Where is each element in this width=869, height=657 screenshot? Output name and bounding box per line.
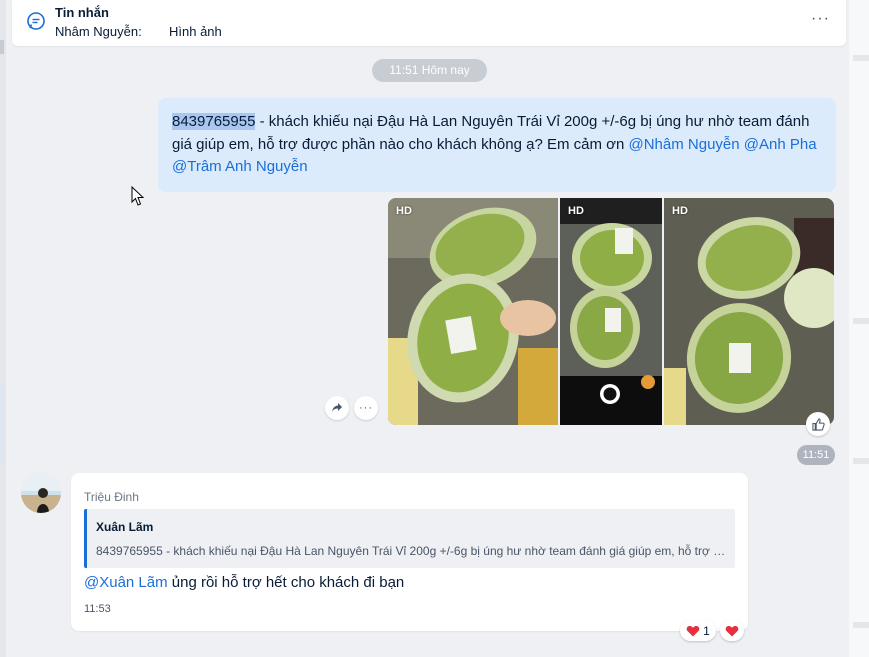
message-time: 11:51: [797, 445, 835, 465]
quoted-message[interactable]: Xuân Lãm 8439765955 - khách khiếu nại Đậ…: [84, 509, 735, 568]
header-attachment-type: Hình ảnh: [169, 24, 222, 39]
right-tick: [853, 55, 869, 61]
reaction-count: 1: [703, 623, 710, 638]
like-button[interactable]: [806, 412, 830, 436]
mention-link[interactable]: @Nhâm Nguyễn: [628, 136, 739, 153]
photo-thumbnail[interactable]: HD: [560, 198, 662, 425]
right-scroll-area[interactable]: [849, 0, 869, 657]
reply-message-bubble[interactable]: Triệu Đinh Xuân Lãm 8439765955 - khách k…: [71, 473, 748, 631]
message-time: 11:53: [84, 603, 111, 615]
my-message-bubble[interactable]: 8439765955 - khách khiếu nại Đậu Hà Lan …: [158, 98, 836, 192]
mention-link[interactable]: @Xuân Lãm: [84, 574, 168, 591]
thumbs-up-icon: [811, 417, 825, 431]
left-marker: [0, 40, 4, 54]
message-header: Tin nhắn Nhâm Nguyễn: Hình ảnh ···: [12, 0, 846, 46]
time-separator: 11:51 Hôm nay: [372, 59, 487, 82]
reply-body: ủng rồi hỗ trợ hết cho khách đi bạn: [167, 574, 405, 591]
share-button[interactable]: [325, 396, 349, 420]
quote-author: Xuân Lãm: [96, 520, 154, 534]
photo-thumbnail[interactable]: HD: [664, 198, 834, 425]
quote-text: 8439765955 - khách khiếu nại Đậu Hà Lan …: [96, 544, 726, 558]
more-icon: ···: [359, 402, 373, 414]
heart-icon: [686, 625, 700, 636]
reaction-summary[interactable]: 1: [680, 620, 716, 641]
left-panel-edge: [0, 0, 6, 657]
selected-order-id: 8439765955: [172, 113, 256, 130]
more-actions-button[interactable]: ···: [354, 396, 378, 420]
hd-badge: HD: [568, 205, 584, 217]
heart-icon: [725, 625, 739, 636]
chat-bubble-icon: [27, 12, 45, 30]
photo-thumbnail[interactable]: HD: [388, 198, 558, 425]
avatar[interactable]: [21, 473, 61, 513]
header-last-message: Nhâm Nguyễn: Hình ảnh: [55, 24, 222, 39]
add-reaction-button[interactable]: [720, 620, 744, 641]
hd-badge: HD: [672, 205, 688, 217]
camera-screenshot-photo: [560, 198, 662, 425]
header-sender: Nhâm Nguyễn:: [55, 24, 142, 39]
mention-link[interactable]: @Trâm Anh Nguyễn: [172, 158, 308, 175]
sender-name: Triệu Đinh: [84, 490, 139, 504]
header-title: Tin nhắn: [55, 5, 109, 20]
right-tick: [853, 458, 869, 464]
hd-badge: HD: [396, 205, 412, 217]
pea-pack-photo: [664, 198, 834, 425]
more-options-button[interactable]: ···: [811, 10, 830, 28]
right-tick: [853, 318, 869, 324]
right-tick: [853, 622, 869, 628]
share-icon: [332, 403, 342, 412]
reply-text: @Xuân Lãm ủng rồi hỗ trợ hết cho khách đ…: [84, 574, 404, 591]
mouse-cursor-icon: [131, 186, 145, 206]
left-selected-marker: [0, 385, 4, 460]
pea-pack-photo: [388, 198, 558, 425]
avatar-image: [21, 473, 61, 513]
mention-link[interactable]: @Anh Pha: [744, 136, 817, 153]
